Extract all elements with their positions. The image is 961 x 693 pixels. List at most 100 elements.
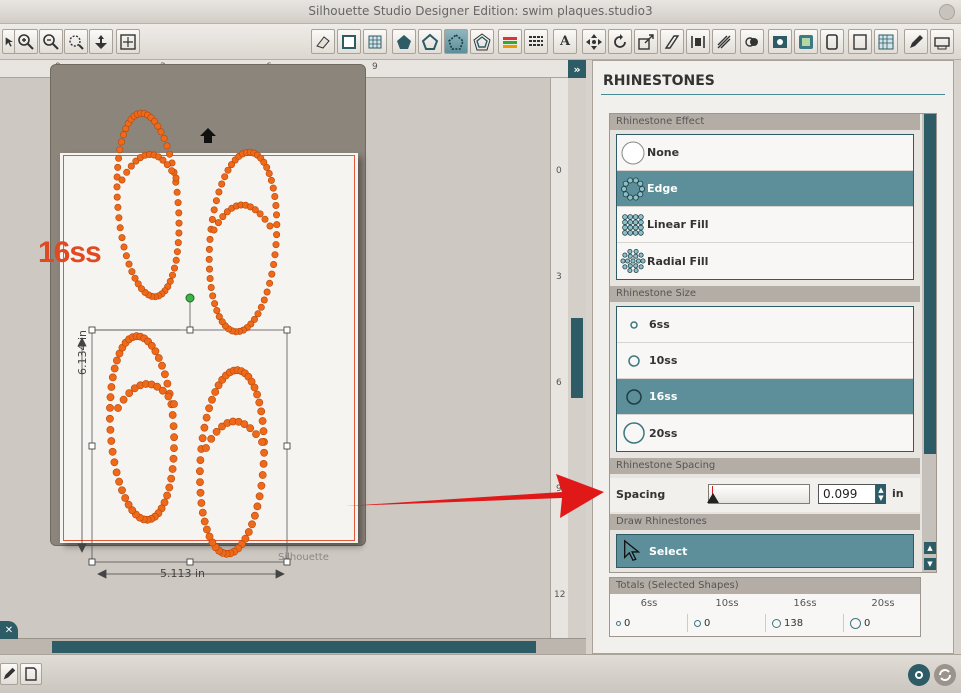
close-tab-button[interactable]: ✕ [0,621,18,639]
effect-option-edge[interactable]: Edge [617,171,913,207]
option-label: 10ss [649,354,678,367]
edit-points-button[interactable] [20,663,42,685]
draw-tool-button[interactable] [0,663,18,685]
circle-icon [694,619,701,627]
rhinestone-panel: RHINESTONES Rhinestone Effect None Edge … [592,60,954,654]
rhinestone-dot [206,265,214,273]
horizontal-scrollbar[interactable]: ✕ [0,621,586,654]
rhinestone-dot [212,197,220,205]
size-option-10ss[interactable]: 10ss [617,343,913,379]
rhinestone-dot [200,423,209,432]
rhinestone-dot [127,162,135,170]
rhinestone-dot [106,403,114,412]
rhinestone-dot [258,471,267,479]
rhinestone-dot [124,500,133,509]
rhinestone-dot [163,379,172,388]
rhinestone-dot [173,188,181,196]
rhinestone-dot [207,434,216,443]
scroll-thumb[interactable] [571,318,583,398]
rhinestone-dot [118,176,126,184]
section-header-size: Rhinestone Size [610,286,920,302]
rhinestone-dot [168,465,177,473]
button-label: Select [649,544,688,558]
large-circle-icon [623,422,645,444]
rhinestone-dot [263,288,271,296]
size-option-6ss[interactable]: 6ss [617,307,913,343]
totals-column-header: 10ss [715,598,739,609]
rhinestone-dot [208,216,216,224]
spacing-label: Spacing [616,488,666,501]
rhinestone-dot [122,252,130,260]
rhinestone-dot [209,292,217,300]
rhinestone-dot [257,303,265,311]
unit-label: in [892,487,904,500]
rhinestone-dot [108,447,117,456]
rotate-handle[interactable] [185,293,195,303]
effect-option-linear-fill[interactable]: Linear Fill [617,207,913,243]
totals-count: 0 [624,617,631,629]
option-label: 16ss [649,390,678,403]
rhinestone-dot [163,142,171,150]
rhinestone-dot [123,168,131,176]
rhinestone-dot [195,467,204,476]
rhinestone-dot [250,511,259,520]
spacing-slider[interactable] [707,484,810,504]
effect-option-radial-fill[interactable]: Radial Fill [617,243,913,279]
down-arrow-icon: ▼ [927,560,933,568]
option-label: None [647,146,680,159]
rhinestone-dot [269,184,277,192]
rhinestone-dot [168,411,177,419]
rhinestone-dot [134,280,142,288]
rhinestone-dot [121,494,130,502]
scroll-down-button[interactable]: ▼ [924,558,936,570]
up-arrow-icon: ▲ [927,544,933,552]
totals-value: 138 [766,614,844,632]
rhinestone-dot [224,166,232,174]
slider-handle[interactable] [707,493,719,503]
rhinestone-dot [196,478,204,486]
rhinestone-dot [106,393,115,402]
panel-scroll-area[interactable]: Rhinestone Effect None Edge Linear Fill … [609,113,937,573]
rhinestone-dot [210,226,218,234]
rhinestone-dot [268,270,276,278]
section-header-spacing: Rhinestone Spacing [610,458,920,474]
sync-button[interactable] [934,664,956,686]
size-option-16ss[interactable]: 16ss [617,379,913,415]
rhinestone-dot [113,193,121,201]
totals-column-header: 20ss [871,598,895,609]
spacing-stepper[interactable]: ▲ ▼ [876,484,886,504]
size-option-20ss[interactable]: 20ss [617,415,913,451]
rhinestone-dot [263,163,271,171]
rhinestone-dot [163,491,171,500]
select-draw-button[interactable]: Select [616,534,914,568]
rhinestone-dot [258,438,266,446]
rhinestone-dot [170,433,178,442]
vertical-scrollbar[interactable] [568,78,586,638]
spacing-input[interactable]: 0.099 [818,484,876,504]
status-bar [0,654,961,693]
rhinestone-dot [254,310,262,318]
rhinestone-dot [160,134,168,142]
rhinestone-dot [158,361,166,370]
rhinestone-dot [113,356,121,365]
totals-count: 0 [864,617,871,629]
rhinestone-dot [272,202,280,210]
rhinestone-dot [169,422,178,430]
rhinestone-dot [267,176,275,184]
scroll-up-button[interactable]: ▲ [924,542,936,554]
scroll-thumb[interactable] [52,641,536,653]
rhinestone-dot [154,122,162,130]
scroll-thumb[interactable] [924,114,936,454]
effect-option-none[interactable]: None [617,135,913,171]
collapse-panel-button[interactable]: » [568,60,586,78]
rhinestone-dot [110,364,119,373]
rhinestone-dot [158,386,167,395]
rhinestone-dot [210,206,218,214]
rhinestone-dot [257,407,266,416]
rhinestone-dot [205,245,213,253]
rhinestone-dot [160,370,169,379]
panel-scrollbar[interactable]: ▲ ▼ [922,114,936,572]
rhinestone-dots[interactable] [106,109,281,558]
settings-button[interactable] [908,664,930,686]
down-arrow-icon: ▼ [878,494,884,502]
